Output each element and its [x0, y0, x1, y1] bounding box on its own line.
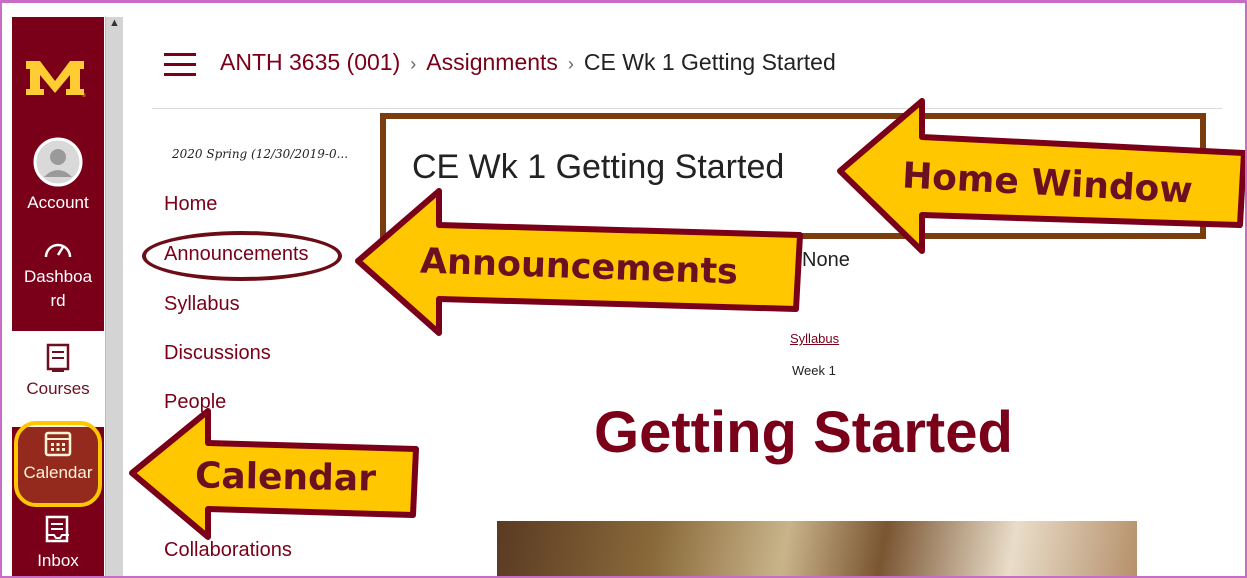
calendar-arrow-label: Calendar: [194, 455, 377, 500]
screenshot-frame: ® Account Dashboa rd Courses Calendar In…: [0, 0, 1247, 578]
annotation-arrows: [129, 98, 1245, 540]
